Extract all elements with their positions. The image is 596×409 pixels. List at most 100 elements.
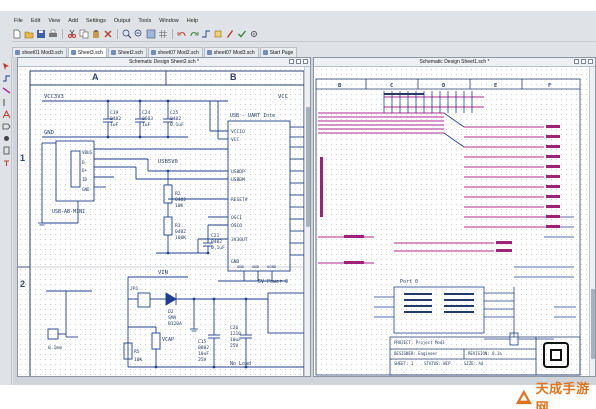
label-icon [2, 123, 11, 129]
chip-port0-label: Port 0 [400, 279, 418, 285]
line-tool[interactable] [1, 97, 11, 107]
menu-output[interactable]: Output [114, 16, 131, 26]
tab-sheet07-mod2[interactable]: sheet07 Mod2.sch [147, 47, 203, 57]
text-tool[interactable] [1, 109, 11, 119]
menu-bar: File Edit View Add Settings Output Tools… [14, 16, 198, 26]
power-port-icon [3, 160, 9, 166]
annotate-button[interactable] [225, 29, 235, 39]
open-button[interactable] [24, 29, 34, 39]
window-title: Schematic Design Sheet2.sch * [18, 58, 310, 67]
menu-tools[interactable]: Tools [138, 16, 151, 26]
net-label-tool[interactable] [1, 121, 11, 131]
check-button[interactable] [237, 29, 247, 39]
delete-button[interactable] [103, 29, 113, 39]
schematic-window-right[interactable]: Schematic Design Sheet1.sch * PROJECT: P… [313, 57, 596, 377]
site-watermark: 天成手游网 [514, 382, 596, 409]
maximize-button[interactable] [581, 59, 586, 64]
paste-icon [93, 30, 99, 38]
main-toolbar [12, 27, 596, 42]
menu-help[interactable]: Help [187, 16, 198, 26]
menu-file[interactable]: File [14, 16, 23, 26]
junction-icon [3, 135, 9, 141]
toolbar-separator [62, 29, 63, 39]
close-button[interactable] [303, 59, 308, 64]
tab-sheet07-mod3[interactable]: sheet07 Mod3.sch [203, 47, 259, 57]
tab-sheet3[interactable]: Sheet3.sch [67, 47, 107, 57]
window-title-bar [0, 0, 596, 11]
text-icon [2, 109, 10, 118]
pointer-icon [2, 62, 9, 70]
new-button[interactable] [12, 29, 22, 39]
wire-tool[interactable] [1, 73, 11, 83]
toolbar-separator [117, 29, 118, 39]
maximize-button[interactable] [296, 59, 301, 64]
menu-settings[interactable]: Settings [86, 16, 106, 26]
title-block-sheet: SHEET: 1 [394, 361, 414, 366]
title-block-status: STATUS: WIP [424, 361, 451, 366]
vertical-scrollbar-right[interactable] [589, 67, 595, 376]
column-label-d: D [442, 83, 446, 89]
grid-button[interactable] [158, 29, 168, 39]
save-icon [37, 30, 45, 38]
schematic-canvas[interactable]: PROJECT: Project Mod3 DESIGNER: Engineer… [314, 67, 595, 376]
select-tool[interactable] [1, 61, 11, 71]
options-button[interactable] [249, 29, 259, 39]
delete-icon [104, 30, 112, 38]
window-controls [574, 59, 593, 64]
close-button[interactable] [588, 59, 593, 64]
toolbar-separator [172, 29, 173, 39]
column-label-b: B [338, 83, 342, 89]
window-title-text: Schematic Design Sheet2.sch * [128, 59, 200, 65]
zoom-out-button[interactable] [134, 29, 144, 39]
power-tool[interactable] [1, 157, 11, 167]
column-label-b: B [230, 72, 237, 82]
schematic-window-left[interactable]: Schematic Design Sheet2.sch * A B 1 2 VC… [17, 57, 311, 377]
scrollbar-thumb[interactable] [591, 289, 595, 359]
column-label-a: A [92, 72, 99, 82]
minimize-button[interactable] [289, 59, 294, 64]
redo-button[interactable] [189, 29, 199, 39]
cut-button[interactable] [67, 29, 77, 39]
undo-button[interactable] [177, 29, 187, 39]
minimize-button[interactable] [574, 59, 579, 64]
column-label-e: E [494, 83, 497, 89]
junction-tool[interactable] [1, 133, 11, 143]
zoom-out-icon [134, 29, 142, 37]
app-window: File Edit View Add Settings Output Tools… [0, 0, 596, 385]
save-button[interactable] [36, 29, 46, 39]
wire-icon [202, 30, 210, 38]
vertical-scrollbar-left[interactable] [304, 67, 310, 376]
scissors-icon [68, 29, 76, 38]
menu-window[interactable]: Window [159, 16, 179, 26]
grid-icon [159, 30, 167, 38]
row-label-1: 1 [20, 153, 26, 163]
watermark-text: 天成手游网 [535, 382, 590, 409]
copy-button[interactable] [79, 29, 89, 39]
line-icon [3, 98, 4, 106]
zoom-in-button[interactable] [122, 29, 132, 39]
wire-tool-button[interactable] [201, 29, 211, 39]
component-tool[interactable] [1, 145, 11, 155]
menu-edit[interactable]: Edit [31, 16, 40, 26]
schematic-drawing [18, 70, 304, 376]
check-icon [238, 30, 247, 38]
bus-tool[interactable] [1, 85, 11, 95]
component-button[interactable] [213, 29, 223, 39]
schematic-drawing: PROJECT: Project Mod3 DESIGNER: Engineer… [315, 78, 581, 376]
paste-button[interactable] [91, 29, 101, 39]
zoom-fit-button[interactable] [146, 29, 156, 39]
tab-start-page[interactable]: Start Page [259, 47, 298, 57]
chip-icon [3, 146, 9, 154]
tab-sheet2[interactable]: Sheet2.sch [107, 47, 147, 57]
print-button[interactable] [48, 29, 58, 39]
window-title-text: Schematic Design Sheet1.sch * [419, 59, 490, 65]
window-title: Schematic Design Sheet1.sch * [314, 58, 595, 67]
tab-sheet01-mod3[interactable]: sheet01 Mod3.sch [12, 47, 67, 57]
component-icon [214, 30, 222, 38]
scrollbar-thumb[interactable] [306, 107, 310, 227]
menu-view[interactable]: View [48, 16, 60, 26]
title-block-size: SIZE: A4 [464, 361, 484, 366]
row-label-2: 2 [20, 279, 26, 289]
schematic-canvas[interactable]: A B 1 2 VCC3V3 GND VCC USB-AB-MINI VBUS … [18, 67, 310, 376]
menu-add[interactable]: Add [68, 16, 78, 26]
